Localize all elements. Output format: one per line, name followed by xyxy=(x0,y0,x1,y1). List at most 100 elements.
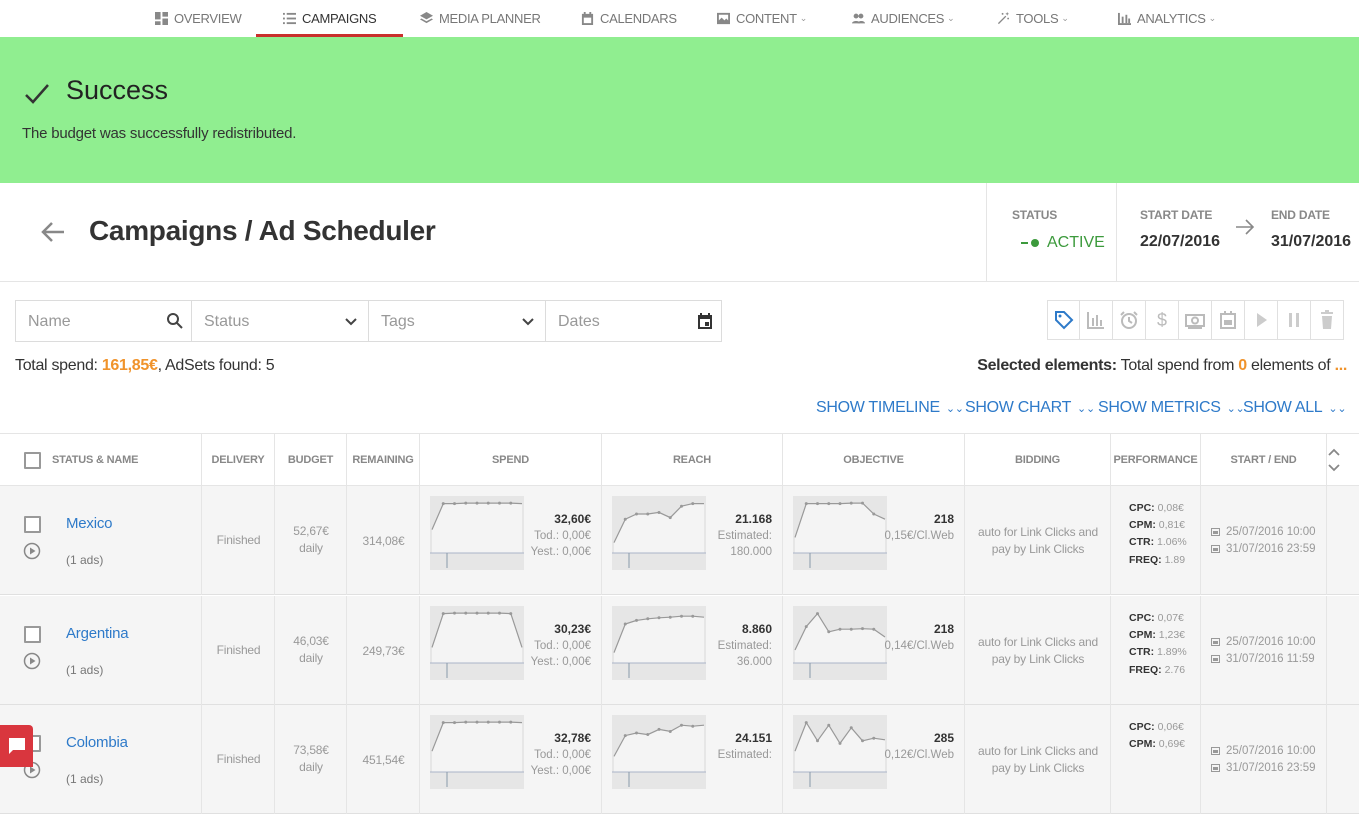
schedule-button[interactable] xyxy=(1113,300,1146,340)
column-delivery[interactable]: DELIVERY xyxy=(202,434,275,486)
column-reach[interactable]: REACH xyxy=(602,434,783,486)
column-objective-label: OBJECTIVE xyxy=(843,454,904,466)
people-icon xyxy=(852,13,865,24)
sort-icon[interactable] xyxy=(1327,446,1341,474)
column-bidding[interactable]: BIDDING xyxy=(965,434,1111,486)
metric-cpm-value: 1,23€ xyxy=(1158,628,1186,641)
spend-cell: 32,60€ Tod.: 0,00€ Yest.: 0,00€ xyxy=(420,486,602,595)
nav-campaigns-label: CAMPAIGNS xyxy=(302,11,377,26)
nav-content[interactable]: CONTENT ⌄ xyxy=(717,0,807,37)
status-filter-select[interactable]: Status xyxy=(191,300,369,342)
budget-button[interactable]: $ xyxy=(1146,300,1179,340)
column-bidding-label: BIDDING xyxy=(1014,454,1061,466)
nav-calendars[interactable]: CALENDARS xyxy=(581,0,677,37)
budget-cell: 46,03€ daily xyxy=(275,595,347,705)
select-all-checkbox[interactable] xyxy=(24,452,41,469)
spark-point xyxy=(816,611,819,615)
pause-button[interactable] xyxy=(1278,300,1311,340)
spark-point xyxy=(441,502,445,506)
show-timeline-link[interactable]: SHOW TIMELINE ⌄⌄ xyxy=(816,399,964,417)
column-delivery-label: DELIVERY xyxy=(211,454,265,466)
show-metrics-link[interactable]: SHOW METRICS ⌄⌄ xyxy=(1098,399,1245,417)
bidding-text: auto for Link Clicks and pay by Link Cli… xyxy=(978,744,1098,775)
spark-point xyxy=(838,627,842,631)
objective-value: 285 xyxy=(933,731,954,745)
selected-text-b: elements of xyxy=(1246,357,1335,374)
name-filter-input[interactable]: Name xyxy=(15,300,192,342)
play-circle-icon[interactable] xyxy=(23,652,41,670)
chart-button[interactable] xyxy=(1080,300,1113,340)
column-performance[interactable]: PERFORMANCE xyxy=(1111,434,1201,486)
selected-label: Selected elements: xyxy=(977,357,1117,374)
table-row[interactable]: Argentina (1 ads) Finished 46,03€ daily 249,7… xyxy=(0,595,1359,705)
selected-more: ... xyxy=(1334,357,1348,374)
chat-button[interactable] xyxy=(0,725,33,767)
column-spend[interactable]: SPEND xyxy=(420,434,602,486)
nav-campaigns[interactable]: CAMPAIGNS xyxy=(255,0,404,37)
objective-sparkline xyxy=(793,496,887,570)
nav-tools[interactable]: TOOLS ⌄ xyxy=(997,0,1069,37)
nav-audiences[interactable]: AUDIENCES ⌄ xyxy=(852,0,955,37)
spark-point xyxy=(861,501,864,505)
delete-button[interactable] xyxy=(1311,300,1344,340)
spark-point xyxy=(827,723,831,727)
column-start-end-label: START / END xyxy=(1230,454,1297,466)
row-checkbox[interactable] xyxy=(24,625,41,643)
spark-point xyxy=(509,501,513,505)
total-spend-value: 161,85€ xyxy=(101,357,158,374)
adset-name-link[interactable]: Mexico xyxy=(66,515,113,532)
objective-rate: 0,15€/Cl.Web xyxy=(884,530,954,542)
double-chevron-down-icon: ⌄⌄ xyxy=(1328,403,1347,415)
table-row[interactable]: Colombia (1 ads) Finished 73,58€ daily 451,54… xyxy=(0,705,1359,814)
adset-name-link[interactable]: Argentina xyxy=(66,625,129,642)
spark-point xyxy=(464,611,468,615)
ads-count: (1 ads) xyxy=(66,553,104,567)
reach-sparkline xyxy=(612,605,706,680)
tags-filter-select[interactable]: Tags xyxy=(368,300,546,342)
budget-period: daily xyxy=(299,760,323,774)
bidding-cell: auto for Link Clicks and pay by Link Cli… xyxy=(965,486,1111,595)
column-start-end[interactable]: START / END xyxy=(1201,434,1327,486)
total-spend-summary: Total spend: 161,85€, AdSets found: 5 xyxy=(15,357,275,375)
column-budget[interactable]: BUDGET xyxy=(275,434,347,486)
spark-point xyxy=(691,724,695,728)
objective-sparkline xyxy=(793,715,887,789)
spark-point xyxy=(486,501,490,505)
column-remaining[interactable]: REMAINING xyxy=(347,434,420,486)
spend-value: 30,23€ xyxy=(554,621,591,636)
spark-point xyxy=(680,723,683,727)
dates-filter-input[interactable]: Dates xyxy=(545,300,722,342)
show-all-link[interactable]: SHOW ALL ⌄⌄ xyxy=(1243,399,1347,417)
back-arrow-icon[interactable] xyxy=(38,217,68,247)
name-filter-placeholder: Name xyxy=(28,313,71,330)
date-end-value: 31/07/2016 11:59 xyxy=(1226,652,1315,665)
column-objective[interactable]: OBJECTIVE xyxy=(783,434,965,486)
spend-today: Tod.: 0,00€ xyxy=(534,639,591,652)
list-icon xyxy=(283,12,296,25)
calendar-button[interactable] xyxy=(1212,300,1245,340)
nav-tools-label: TOOLS xyxy=(1016,11,1059,26)
spark-point xyxy=(804,624,808,628)
banner-message: The budget was successfully redistribute… xyxy=(22,125,297,142)
money-icon xyxy=(1185,314,1205,329)
play-button[interactable] xyxy=(1245,300,1278,340)
spark-point xyxy=(691,502,695,506)
nav-media-planner[interactable]: MEDIA PLANNER xyxy=(420,0,541,37)
money-button[interactable] xyxy=(1179,300,1212,340)
row-checkbox[interactable] xyxy=(24,516,41,533)
status-value: ACTIVE xyxy=(1047,234,1105,251)
delivery-cell: Finished xyxy=(202,595,275,705)
adsets-count: 5 xyxy=(265,357,275,374)
nav-overview[interactable]: OVERVIEW xyxy=(155,0,242,37)
column-status-name[interactable]: STATUS & NAME xyxy=(0,434,202,486)
show-chart-link[interactable]: SHOW CHART ⌄⌄ xyxy=(965,399,1095,417)
chevron-down-icon xyxy=(345,318,357,326)
play-circle-icon[interactable] xyxy=(23,542,41,560)
objective-cell: 285 0,12€/Cl.Web xyxy=(783,705,965,814)
table-row[interactable]: Mexico (1 ads) Finished 52,67€ daily 314,08€ 3… xyxy=(0,486,1359,595)
checkmark-icon xyxy=(25,84,49,104)
nav-analytics[interactable]: ANALYTICS ⌄ xyxy=(1118,0,1216,37)
tag-button[interactable] xyxy=(1047,300,1080,340)
adset-name-link[interactable]: Colombia xyxy=(66,734,128,751)
performance-cell: CPC: 0,08€ CPM: 0,81€ CTR: 1.06% FREQ: 1.89 xyxy=(1111,486,1201,595)
